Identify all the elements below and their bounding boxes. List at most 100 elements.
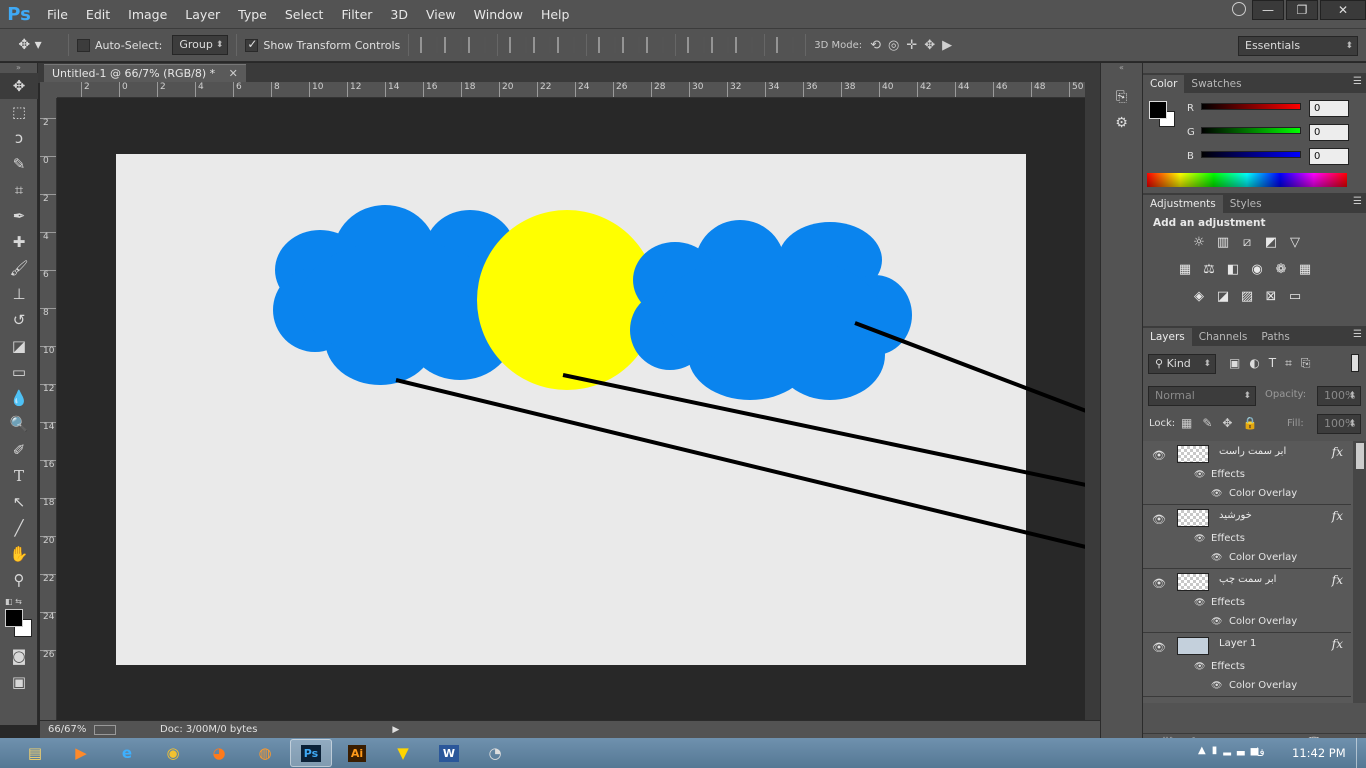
channel-b-value[interactable]: 0: [1309, 148, 1349, 165]
layer-row[interactable]: 👁 خورشید fx 👁 Effects 👁 Color Overlay: [1143, 505, 1351, 569]
color-spectrum-ramp[interactable]: [1147, 173, 1347, 187]
collapse-icon[interactable]: «: [1101, 63, 1142, 75]
clock[interactable]: 11:42 PM: [1292, 746, 1346, 760]
layers-scrollbar[interactable]: [1353, 441, 1366, 703]
layer-name[interactable]: Layer 1: [1219, 638, 1256, 649]
layer-row[interactable]: 👁 ابر سمت چپ fx 👁 Effects 👁 Color Overla…: [1143, 569, 1351, 633]
channel-g-value[interactable]: 0: [1309, 124, 1349, 141]
black-white-icon[interactable]: ◧: [1224, 262, 1242, 278]
blend-mode-dropdown[interactable]: Normal: [1148, 386, 1256, 406]
curves-icon[interactable]: ⧄: [1238, 235, 1256, 251]
zoom-level[interactable]: 66/67%: [48, 724, 94, 735]
visibility-eye-icon[interactable]: 👁: [1152, 449, 1166, 462]
color-overlay-label[interactable]: Color Overlay: [1229, 616, 1297, 627]
opacity-input[interactable]: 100%: [1317, 386, 1361, 406]
fx-icon[interactable]: fx: [1332, 445, 1343, 459]
channel-b-slider[interactable]: [1201, 151, 1301, 158]
foreground-color-swatch[interactable]: [1149, 101, 1167, 119]
norton-icon[interactable]: ▼: [382, 739, 424, 767]
chrome-icon[interactable]: ◉: [152, 739, 194, 767]
layer-row[interactable]: 👁 ابر سمت راست fx 👁 Effects 👁 Color Over…: [1143, 441, 1351, 505]
visibility-eye-icon[interactable]: 👁: [1152, 641, 1166, 654]
invert-icon[interactable]: ◈: [1190, 289, 1208, 305]
effects-eye-icon[interactable]: 👁: [1194, 534, 1205, 544]
visibility-eye-icon[interactable]: 👁: [1152, 577, 1166, 590]
effects-eye-icon[interactable]: 👁: [1194, 662, 1205, 672]
gradient-map-icon[interactable]: ▭: [1286, 289, 1304, 305]
layer-filter-icons[interactable]: ▣◐T⌗⎘: [1229, 356, 1320, 371]
filter-toggle[interactable]: [1351, 354, 1359, 372]
overlay-eye-icon[interactable]: 👁: [1211, 489, 1222, 499]
channel-g-slider[interactable]: [1201, 127, 1301, 134]
panel-menu-icon[interactable]: ☰: [1353, 196, 1362, 207]
fx-icon[interactable]: fx: [1332, 637, 1343, 651]
channel-r-slider[interactable]: [1201, 103, 1301, 110]
sun: [477, 210, 657, 390]
tab-color[interactable]: Color: [1143, 75, 1185, 93]
color-overlay-label[interactable]: Color Overlay: [1229, 680, 1297, 691]
overlay-eye-icon[interactable]: 👁: [1211, 553, 1222, 563]
tab-adjustments[interactable]: Adjustments: [1143, 195, 1223, 213]
show-desktop-button[interactable]: [1356, 738, 1366, 768]
channel-mixer-icon[interactable]: ❁: [1272, 262, 1290, 278]
fx-icon[interactable]: fx: [1332, 573, 1343, 587]
threshold-icon[interactable]: ▨: [1238, 289, 1256, 305]
layers-scroll-thumb[interactable]: [1356, 443, 1364, 469]
color-lookup-icon[interactable]: ▦: [1296, 262, 1314, 278]
posterize-icon[interactable]: ◪: [1214, 289, 1232, 305]
status-menu-arrow-icon[interactable]: ▶: [392, 725, 399, 735]
layer-name[interactable]: ابر سمت چپ: [1219, 574, 1276, 585]
language-indicator[interactable]: فا: [1256, 746, 1265, 759]
hue-saturation-icon[interactable]: ▦: [1176, 262, 1194, 278]
fill-input[interactable]: 100%: [1317, 414, 1361, 434]
vertical-scrollbar[interactable]: [1085, 82, 1100, 720]
color-overlay-label[interactable]: Color Overlay: [1229, 552, 1297, 563]
tab-swatches[interactable]: Swatches: [1184, 75, 1248, 93]
channel-b-label: B: [1187, 151, 1194, 162]
tab-paths[interactable]: Paths: [1254, 328, 1297, 346]
word-taskbar-button[interactable]: W: [428, 739, 470, 767]
tab-layers[interactable]: Layers: [1143, 328, 1192, 346]
effects-label: Effects: [1211, 533, 1245, 544]
media-player-icon[interactable]: ▶: [60, 739, 102, 767]
other-app-icon[interactable]: ◔: [474, 739, 516, 767]
channel-r-value[interactable]: 0: [1309, 100, 1349, 117]
ie-icon[interactable]: e: [106, 739, 148, 767]
illustrator-taskbar-button[interactable]: Ai: [336, 739, 378, 767]
lock-icons[interactable]: ▦✎✥🔒: [1181, 416, 1267, 430]
layer-row[interactable]: 👁 Layer 1 fx 👁 Effects 👁 Color Overlay: [1143, 633, 1351, 697]
color-overlay-label[interactable]: Color Overlay: [1229, 488, 1297, 499]
effects-label: Effects: [1211, 469, 1245, 480]
explorer-icon[interactable]: ▤: [14, 739, 56, 767]
vibrance-icon[interactable]: ▽: [1286, 235, 1304, 251]
visibility-eye-icon[interactable]: 👁: [1152, 513, 1166, 526]
overlay-eye-icon[interactable]: 👁: [1211, 681, 1222, 691]
layer-filter-kind-dropdown[interactable]: ⚲ Kind: [1148, 354, 1216, 374]
channel-r-label: R: [1187, 103, 1194, 114]
levels-icon[interactable]: ▥: [1214, 235, 1232, 251]
layer-name[interactable]: ابر سمت راست: [1219, 446, 1286, 457]
history-panel-icon[interactable]: ⎘: [1113, 89, 1131, 107]
tab-channels[interactable]: Channels: [1192, 328, 1255, 346]
panel-menu-icon[interactable]: ☰: [1353, 76, 1362, 87]
photoshop-taskbar-button[interactable]: Ps: [290, 739, 332, 767]
selective-color-icon[interactable]: ⊠: [1262, 289, 1280, 305]
system-tray-icons[interactable]: ▲▮▂▃▅: [1198, 745, 1264, 756]
effects-eye-icon[interactable]: 👁: [1194, 598, 1205, 608]
color-panel-tabs: Color Swatches ☰: [1143, 73, 1366, 93]
brightness-icon[interactable]: ☼: [1190, 235, 1208, 251]
status-preview-icon[interactable]: [94, 724, 116, 735]
exposure-icon[interactable]: ◩: [1262, 235, 1280, 251]
fill-label: Fill:: [1287, 418, 1304, 429]
overlay-eye-icon[interactable]: 👁: [1211, 617, 1222, 627]
layer-name[interactable]: خورشید: [1219, 510, 1252, 521]
properties-panel-icon[interactable]: ⚙: [1113, 115, 1131, 133]
effects-eye-icon[interactable]: 👁: [1194, 470, 1205, 480]
blender-icon[interactable]: ◍: [244, 739, 286, 767]
photo-filter-icon[interactable]: ◉: [1248, 262, 1266, 278]
firefox-icon[interactable]: ◕: [198, 739, 240, 767]
panel-menu-icon[interactable]: ☰: [1353, 329, 1362, 340]
color-balance-icon[interactable]: ⚖: [1200, 262, 1218, 278]
tab-styles[interactable]: Styles: [1223, 195, 1269, 213]
fx-icon[interactable]: fx: [1332, 509, 1343, 523]
